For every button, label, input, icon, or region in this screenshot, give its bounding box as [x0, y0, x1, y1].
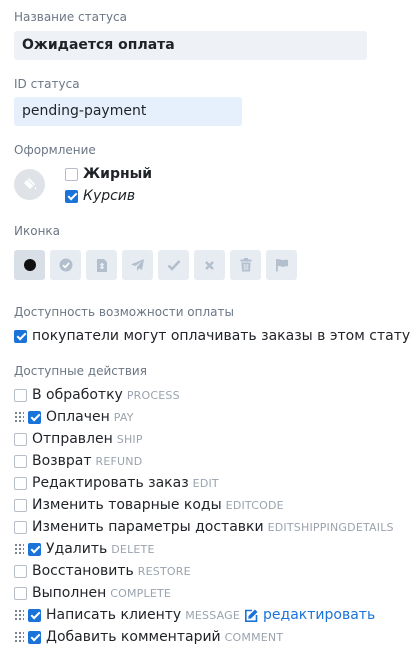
- action-label: Добавить комментарий: [46, 629, 221, 645]
- action-code: PAY: [113, 410, 134, 424]
- action-code: PROCESS: [126, 388, 180, 402]
- drag-handle-icon[interactable]: [14, 631, 24, 643]
- edit-icon: [245, 609, 258, 622]
- bold-option[interactable]: Жирный: [65, 165, 152, 183]
- flag-icon: [275, 259, 288, 272]
- action-row-editshippingdetails[interactable]: Изменить параметры доставки EDITSHIPPING…: [14, 518, 394, 536]
- action-row-refund[interactable]: Возврат REFUND: [14, 452, 142, 470]
- appearance-label: Оформление: [14, 143, 96, 157]
- action-row-edit[interactable]: Редактировать заказ EDIT: [14, 474, 219, 492]
- edit-link-label: редактировать: [263, 607, 376, 623]
- action-checkbox[interactable]: [28, 630, 41, 644]
- action-row-pay[interactable]: Оплачен PAY: [14, 408, 134, 426]
- action-label: Оплачен: [46, 409, 110, 425]
- icon-option-cross[interactable]: [194, 250, 225, 280]
- action-code: EDIT: [192, 476, 219, 490]
- action-row-delete[interactable]: Удалить DELETE: [14, 540, 155, 558]
- icon-option-check[interactable]: [158, 250, 189, 280]
- action-label: В обработку: [32, 387, 123, 403]
- action-label: Возврат: [32, 453, 92, 469]
- color-picker-button[interactable]: [14, 169, 45, 200]
- action-checkbox[interactable]: [14, 454, 27, 468]
- action-label: Изменить товарные коды: [32, 497, 222, 513]
- action-label: Восстановить: [32, 563, 134, 579]
- action-code: EDITSHIPPINGDETAILS: [267, 520, 394, 534]
- action-row-comment[interactable]: Добавить комментарий COMMENT: [14, 628, 283, 646]
- action-checkbox[interactable]: [14, 586, 27, 600]
- action-row-ship[interactable]: Отправлен SHIP: [14, 430, 143, 448]
- action-code: EDITCODE: [225, 498, 284, 512]
- action-label: Написать клиенту: [46, 607, 182, 623]
- trash-icon: [240, 258, 251, 272]
- status-name-label: Название статуса: [14, 10, 128, 24]
- payment-availability-label: Доступность возможности оплаты: [14, 305, 234, 319]
- available-actions-label: Доступные действия: [14, 364, 147, 378]
- action-checkbox[interactable]: [14, 498, 27, 512]
- icon-option-check-circle[interactable]: [50, 250, 81, 280]
- italic-checkbox[interactable]: [65, 189, 78, 203]
- action-checkbox[interactable]: [28, 410, 41, 424]
- paint-bucket-icon: [24, 178, 37, 190]
- action-label: Выполнен: [32, 585, 107, 601]
- action-code: DELETE: [111, 542, 155, 556]
- action-checkbox[interactable]: [14, 432, 27, 446]
- status-id-input[interactable]: pending-payment: [14, 97, 242, 126]
- action-row-restore[interactable]: Восстановить RESTORE: [14, 562, 191, 580]
- paper-plane-icon: [131, 259, 144, 271]
- circle-icon: [23, 259, 36, 271]
- action-label: Редактировать заказ: [32, 475, 189, 491]
- action-label: Отправлен: [32, 431, 113, 447]
- drag-handle-icon[interactable]: [14, 609, 24, 621]
- action-row-complete[interactable]: Выполнен COMPLETE: [14, 584, 171, 602]
- bold-checkbox[interactable]: [65, 167, 78, 181]
- action-code: MESSAGE: [185, 608, 241, 622]
- action-row-process[interactable]: В обработку PROCESS: [14, 386, 180, 404]
- cross-icon: [205, 260, 214, 270]
- icon-option-flag[interactable]: [266, 250, 297, 280]
- status-id-label: ID статуса: [14, 77, 80, 91]
- action-label: Изменить параметры доставки: [32, 519, 264, 535]
- action-code: COMPLETE: [110, 586, 172, 600]
- action-checkbox[interactable]: [14, 564, 27, 578]
- action-label: Удалить: [46, 541, 108, 557]
- drag-handle-icon[interactable]: [14, 411, 24, 423]
- action-checkbox[interactable]: [14, 520, 27, 534]
- italic-label: Курсив: [83, 188, 136, 204]
- payment-option-label: покупатели могут оплачивать заказы в это…: [32, 328, 411, 344]
- drag-handle-icon[interactable]: [14, 543, 24, 555]
- edit-message-link[interactable]: редактировать: [244, 607, 375, 623]
- icon-option-receipt[interactable]: [86, 250, 117, 280]
- action-checkbox[interactable]: [14, 388, 27, 402]
- italic-option[interactable]: Курсив: [65, 187, 135, 205]
- action-row-message[interactable]: Написать клиенту MESSAGE редактировать: [14, 606, 375, 624]
- action-code: RESTORE: [137, 564, 191, 578]
- action-checkbox[interactable]: [14, 476, 27, 490]
- receipt-icon: [96, 258, 107, 272]
- action-checkbox[interactable]: [28, 608, 41, 622]
- action-code: COMMENT: [224, 630, 284, 644]
- action-code: SHIP: [116, 432, 143, 446]
- icon-picker: [14, 250, 297, 280]
- status-name-input[interactable]: Ожидается оплата: [14, 31, 367, 60]
- action-code: REFUND: [95, 454, 143, 468]
- check-icon: [167, 260, 180, 271]
- check-circle-icon: [59, 258, 72, 272]
- action-row-editcode[interactable]: Изменить товарные коды EDITCODE: [14, 496, 284, 514]
- payment-checkbox[interactable]: [14, 329, 27, 343]
- icon-option-paper-plane[interactable]: [122, 250, 153, 280]
- icon-option-circle[interactable]: [14, 250, 45, 280]
- icon-option-trash[interactable]: [230, 250, 261, 280]
- bold-label: Жирный: [83, 166, 153, 182]
- payment-option[interactable]: покупатели могут оплачивать заказы в это…: [14, 327, 411, 345]
- action-checkbox[interactable]: [28, 542, 41, 556]
- icon-label: Иконка: [14, 224, 61, 238]
